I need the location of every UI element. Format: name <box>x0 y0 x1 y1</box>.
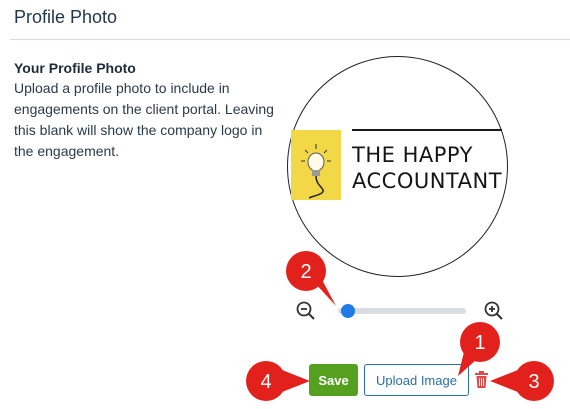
profile-photo-description: Your Profile Photo Upload a profile phot… <box>14 58 289 162</box>
zoom-slider-handle[interactable] <box>341 304 356 318</box>
callout-number: 4 <box>260 371 271 393</box>
logo-text-line2: ACCOUNTANT <box>352 169 503 193</box>
logo-rule <box>352 129 502 131</box>
callout-marker-2: 2 <box>276 246 336 310</box>
logo-text-line1: THE HAPPY <box>352 143 473 167</box>
zoom-slider[interactable] <box>338 308 466 314</box>
description-heading: Your Profile Photo <box>14 60 136 76</box>
callout-number: 2 <box>300 261 311 283</box>
section-title: Profile Photo <box>14 7 118 27</box>
description-line: engagements on the client portal. Leavin… <box>14 101 274 117</box>
callout-marker-3: 3 <box>490 358 562 404</box>
lightbulb-logo-image <box>291 130 341 200</box>
callout-number: 1 <box>474 332 485 354</box>
callout-marker-4: 4 <box>238 358 310 404</box>
section-divider <box>10 39 570 40</box>
description-text: Upload a profile photo to include in eng… <box>14 78 289 162</box>
save-button[interactable]: Save <box>309 364 358 396</box>
description-line: Upload a profile photo to include in <box>14 80 230 96</box>
description-line: this blank will show the company logo in <box>14 122 263 138</box>
description-line: the engagement. <box>14 143 120 159</box>
lightbulb-icon <box>291 130 341 200</box>
callout-number: 3 <box>528 371 539 393</box>
